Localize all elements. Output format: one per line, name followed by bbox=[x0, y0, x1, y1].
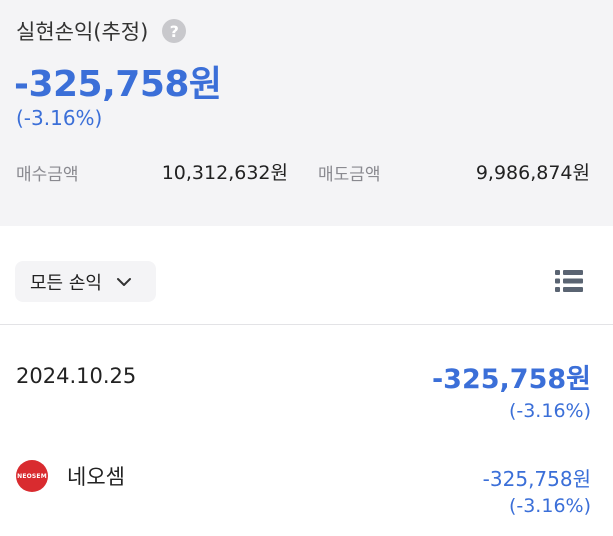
realized-pnl-summary: 실현손익(추정) ? -325,758원 (-3.16%) 매수금액 10,31… bbox=[0, 0, 613, 226]
total-realized-rate: (-3.16%) bbox=[16, 106, 103, 130]
stock-name: 네오셈 bbox=[67, 465, 125, 489]
date-total-amount: -325,758원 bbox=[431, 364, 591, 395]
sell-amount-label: 매도금액 bbox=[318, 165, 381, 185]
date-total-rate: (-3.16%) bbox=[508, 400, 591, 422]
chevron-down-icon bbox=[116, 271, 132, 292]
sell-amount-value: 9,986,874원 bbox=[475, 162, 590, 184]
pnl-filter-dropdown[interactable]: 모든 손익 bbox=[15, 261, 156, 302]
section-divider bbox=[0, 324, 613, 325]
pnl-filter-label: 모든 손익 bbox=[30, 272, 102, 294]
summary-title-row: 실현손익(추정) ? bbox=[16, 16, 187, 46]
summary-title: 실현손익(추정) bbox=[16, 20, 149, 44]
stock-amount: -325,758원 bbox=[482, 467, 591, 491]
record-date: 2024.10.25 bbox=[16, 364, 137, 388]
stock-logo: NEOSEM bbox=[16, 460, 48, 492]
stock-rate: (-3.16%) bbox=[508, 495, 591, 517]
list-icon[interactable] bbox=[555, 267, 583, 295]
total-realized-amount: -325,758원 bbox=[14, 64, 222, 105]
buy-amount-value: 10,312,632원 bbox=[161, 162, 288, 184]
stock-item[interactable]: NEOSEM 네오셈 bbox=[16, 460, 125, 492]
help-icon[interactable]: ? bbox=[162, 19, 187, 43]
buy-amount-label: 매수금액 bbox=[16, 165, 79, 185]
